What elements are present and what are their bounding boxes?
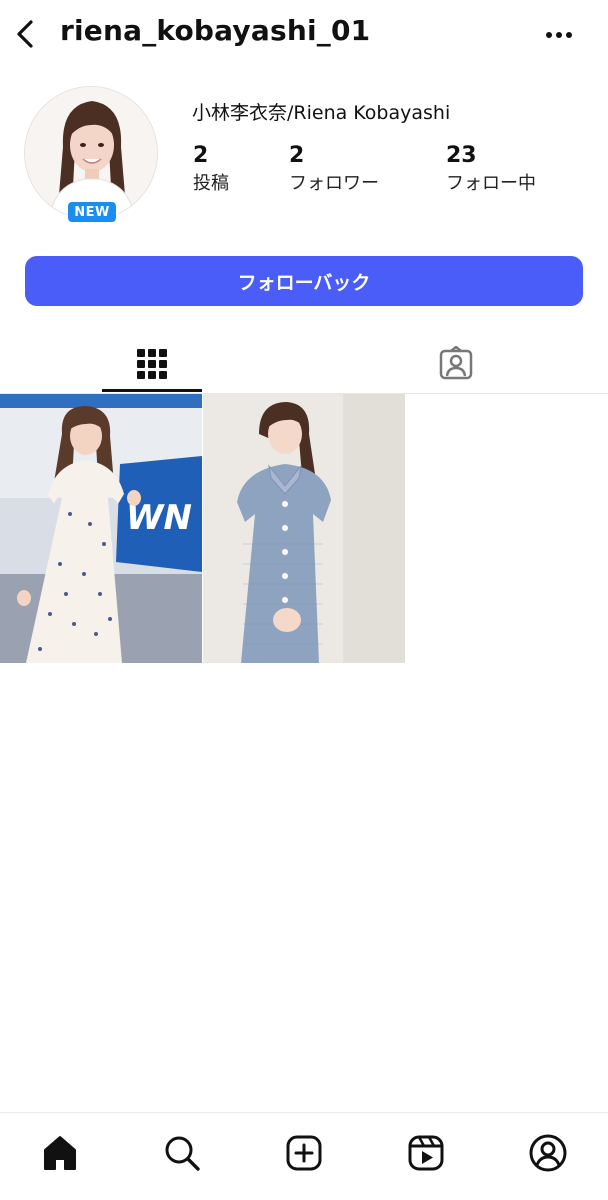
nav-home[interactable] [38, 1131, 82, 1175]
more-options-button[interactable] [542, 20, 576, 50]
avatar[interactable]: NEW [24, 86, 160, 224]
stat-following-label: フォロー中 [446, 173, 536, 194]
stat-followers-label: フォロワー [289, 173, 379, 194]
profile-tabs [0, 336, 608, 394]
reels-icon [408, 1135, 444, 1171]
follow-back-button[interactable]: フォローバック [25, 256, 583, 306]
stat-followers[interactable]: 2 フォロワー [289, 142, 379, 198]
stat-posts[interactable]: 2 投稿 [193, 142, 229, 198]
profile-username: riena_kobayashi_01 [60, 14, 371, 47]
post-thumbnail-1[interactable]: WN [0, 394, 202, 663]
top-header: riena_kobayashi_01 [0, 0, 608, 70]
grid-icon [137, 349, 167, 379]
create-post-icon [286, 1135, 322, 1171]
nav-reels[interactable] [404, 1131, 448, 1175]
new-badge: NEW [66, 200, 118, 224]
tagged-person-icon [439, 346, 473, 380]
stat-following-count: 23 [446, 143, 477, 168]
tab-posts-grid[interactable] [102, 336, 202, 392]
more-horizontal-icon [546, 32, 572, 38]
chevron-left-icon [17, 20, 33, 48]
nav-search[interactable] [160, 1131, 204, 1175]
stat-following[interactable]: 23 フォロー中 [446, 142, 536, 198]
stat-posts-count: 2 [193, 143, 209, 168]
home-icon [44, 1136, 76, 1170]
display-name: 小林李衣奈/Riena Kobayashi [192, 102, 451, 124]
bottom-nav [0, 1112, 608, 1200]
nav-create[interactable] [282, 1131, 326, 1175]
nav-profile[interactable] [526, 1131, 570, 1175]
back-button[interactable] [10, 16, 40, 52]
profile-icon [529, 1134, 567, 1172]
active-tab-indicator [102, 389, 202, 392]
post-thumbnail-2[interactable] [203, 394, 405, 663]
stat-posts-label: 投稿 [193, 173, 229, 194]
tab-tagged[interactable] [406, 336, 506, 392]
stat-followers-count: 2 [289, 143, 305, 168]
search-icon [165, 1136, 200, 1171]
